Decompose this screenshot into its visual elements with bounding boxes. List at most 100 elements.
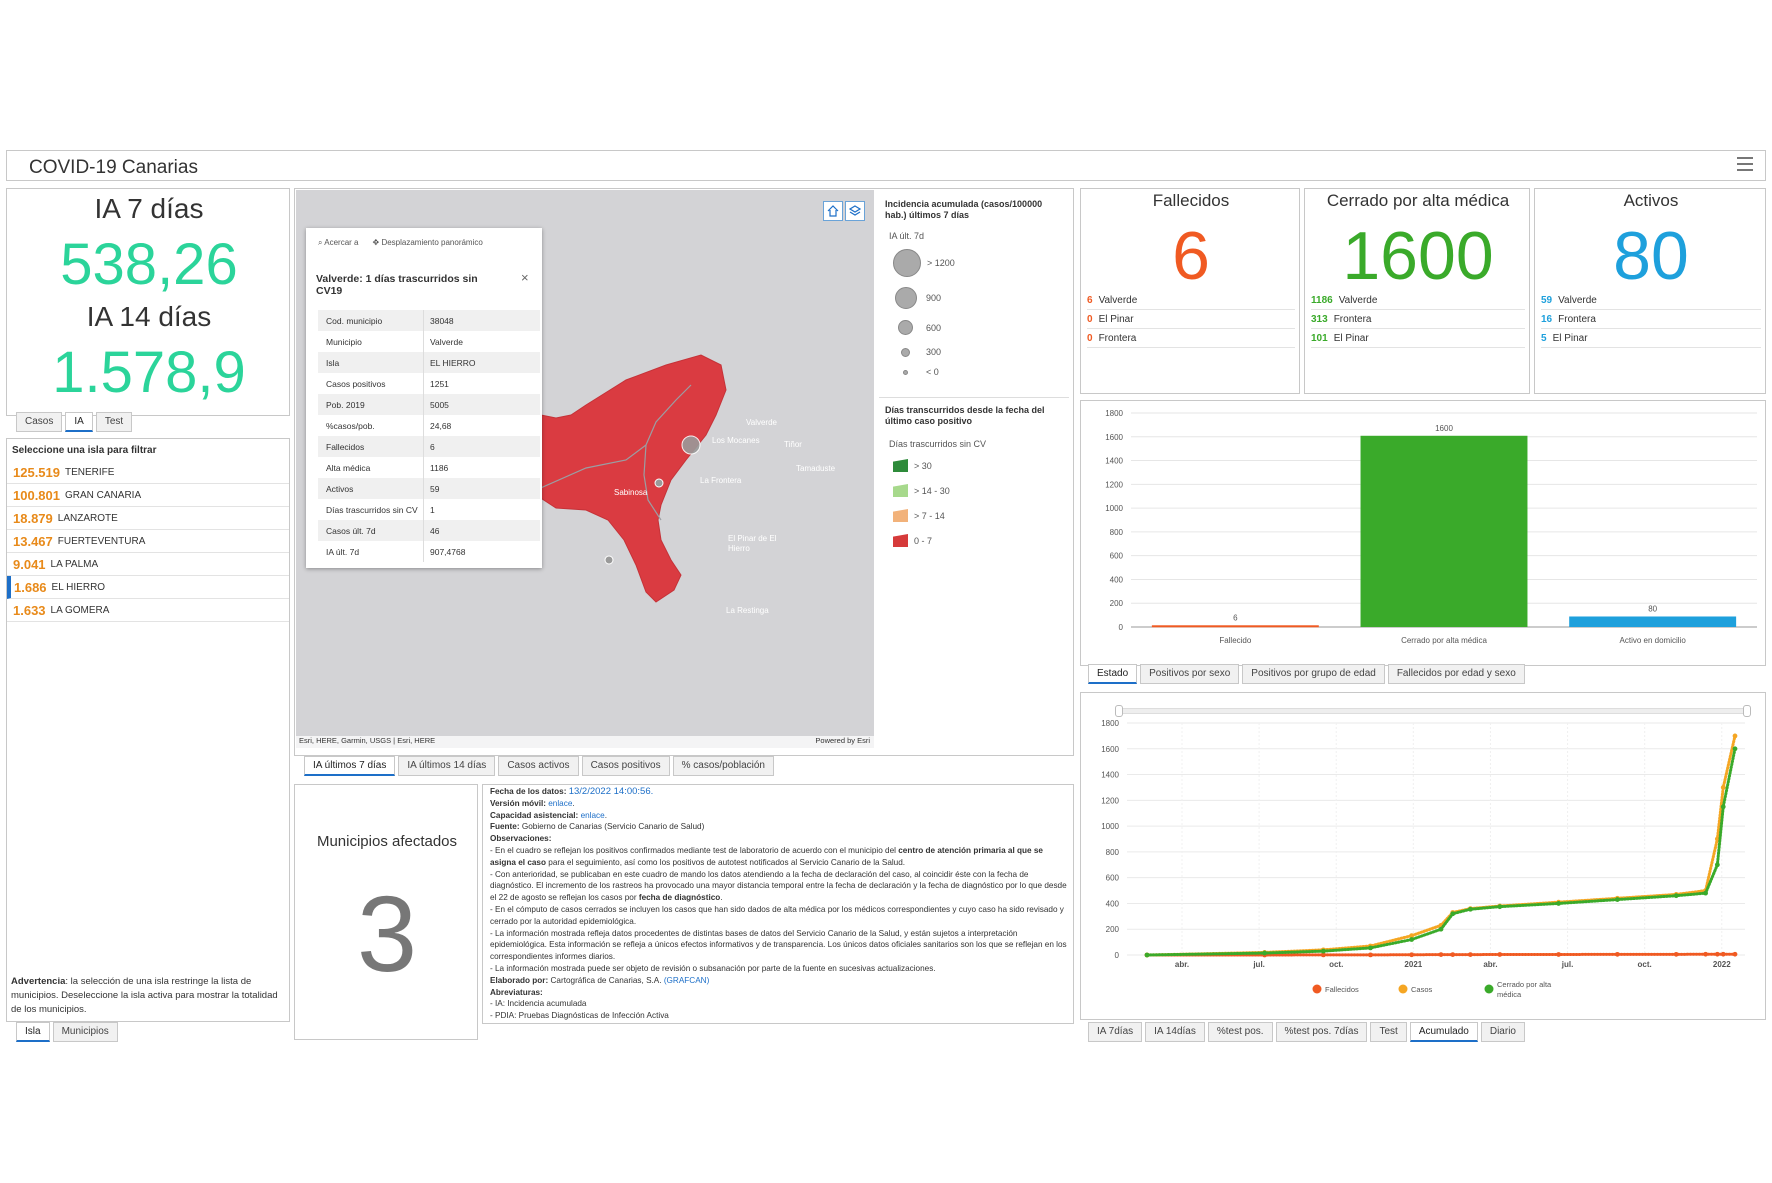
notes-movil: Versión móvil: enlace. — [490, 798, 575, 808]
island-name: GRAN CANARIA — [65, 489, 142, 501]
municipio-marker-valverde — [681, 435, 701, 455]
legend-divider — [879, 397, 1069, 398]
x-tick-label: jul. — [1252, 960, 1265, 969]
line-chart-panel: 0 200 400 600 800 1000 1200 1400 1600 1800 abr. jul… — [1080, 692, 1766, 1020]
notes-abrev2: - PDIA: Pruebas Diagnósticas de Infecció… — [490, 1011, 669, 1021]
bar-tabs: Estado Positivos por sexo Positivos por … — [1088, 664, 1525, 684]
stat-value: 1600 — [1342, 218, 1494, 294]
pan-action[interactable]: ✥ Desplazamiento panorámico — [373, 238, 483, 248]
tab-ia-7[interactable]: IA últimos 7 días — [304, 756, 396, 776]
home-icon — [827, 205, 839, 217]
notes-obs2: - Con anterioridad, se publicaban en est… — [490, 869, 1067, 903]
hamburger-menu-icon[interactable] — [1737, 157, 1753, 171]
data-point — [1468, 952, 1473, 958]
popup-row: Casos positivos 1251 — [318, 373, 540, 394]
tab-diario[interactable]: Diario — [1480, 1022, 1525, 1042]
ia7-label: IA 7 días — [94, 193, 204, 224]
data-point — [1732, 951, 1738, 957]
bar-chart-panel: 0 200 400 600 800 1000 1200 1400 1600 1800 6 Fallec… — [1080, 400, 1766, 666]
tab-acumulado[interactable]: Acumulado — [1409, 1022, 1478, 1042]
y-tick-label: 400 — [1110, 575, 1124, 584]
place-label: La Restinga — [726, 606, 769, 615]
place-label: Valverde — [746, 418, 777, 427]
y-tick-label: 1000 — [1101, 822, 1119, 831]
legend-circle-item: > 1200 — [893, 249, 955, 277]
color-swatch — [893, 459, 908, 472]
list-item-gran-canaria[interactable]: 100.801 GRAN CANARIA — [7, 484, 289, 507]
map-popup: ⌕ Acercar a ✥ Desplazamiento panorámico … — [306, 228, 542, 568]
app-header: COVID-19 Canarias — [6, 150, 1766, 181]
data-point — [1714, 951, 1720, 957]
tab-casos-activos[interactable]: Casos activos — [498, 756, 579, 776]
tab-test-pos-7dias[interactable]: %test pos. 7días — [1275, 1022, 1368, 1042]
data-point — [1409, 952, 1414, 958]
notes-abrev: Abreviaturas: — [490, 987, 543, 997]
y-tick-label: 200 — [1106, 925, 1120, 934]
legend-circle-item: 600 — [898, 320, 941, 335]
tab-municipios[interactable]: Municipios — [52, 1022, 118, 1042]
stat-panel-activos: Activos 80 59 Valverde 16 Frontera 5 El Pin… — [1534, 188, 1766, 394]
movil-link[interactable]: enlace — [548, 799, 572, 808]
island-name: FUERTEVENTURA — [57, 535, 146, 547]
data-point — [1321, 948, 1326, 954]
tab-isla[interactable]: Isla — [16, 1022, 50, 1042]
notes-obs-label: Observaciones: — [490, 834, 552, 844]
close-icon[interactable]: × — [521, 270, 529, 285]
list-item-el-hierro[interactable]: 1.686 EL HIERRO — [7, 576, 289, 599]
x-tick-label: 2021 — [1404, 960, 1422, 969]
bar — [1569, 616, 1737, 627]
circle-symbol — [893, 249, 921, 277]
tab-ia14dias[interactable]: IA 14días — [1145, 1022, 1205, 1042]
y-tick-label: 400 — [1106, 899, 1120, 908]
warning-label: Advertencia — [11, 976, 66, 987]
data-point — [1615, 951, 1620, 957]
tab-fallecidos-edad-sexo[interactable]: Fallecidos por edad y sexo — [1387, 664, 1525, 684]
tab-casos[interactable]: Casos — [16, 412, 63, 432]
zoom-to-action[interactable]: ⌕ Acercar a — [318, 238, 359, 248]
list-item-fuerteventura[interactable]: 13.467 FUERTEVENTURA — [7, 530, 289, 553]
bar-chart: 0 200 400 600 800 1000 1200 1400 1600 1800 6 Fallec… — [1105, 409, 1757, 645]
home-button[interactable] — [823, 201, 843, 221]
list-item-la-palma[interactable]: 9.041 LA PALMA — [7, 553, 289, 576]
stat-row: 0 El Pinar — [1087, 310, 1295, 329]
tab-positivos-edad[interactable]: Positivos por grupo de edad — [1242, 664, 1385, 684]
municipios-label: Municipios afectados — [316, 833, 458, 850]
y-tick-label: 0 — [1119, 623, 1124, 632]
tab-ia7dias[interactable]: IA 7días — [1088, 1022, 1143, 1042]
island-list-panel: Seleccione una isla para filtrar 125.519… — [6, 438, 290, 1022]
tab-ia[interactable]: IA — [65, 412, 93, 432]
municipio-marker-pinar — [604, 555, 614, 565]
popup-table: Cod. municipio 38048 Municipio Valverde Is… — [306, 310, 542, 570]
circle-symbol — [901, 347, 910, 357]
category-label: Cerrado por alta médica — [1401, 636, 1487, 645]
data-point — [1720, 785, 1726, 790]
legend-color-item: > 7 - 14 — [893, 509, 945, 522]
data-point — [1720, 951, 1726, 957]
stat-title: Activos — [1623, 191, 1679, 210]
tab-test[interactable]: Test — [95, 412, 133, 432]
tab-positivos-sexo[interactable]: Positivos por sexo — [1140, 664, 1240, 684]
category-label: Fallecido — [1219, 636, 1252, 645]
tab-casos-positivos[interactable]: Casos positivos — [581, 756, 670, 776]
list-item-lanzarote[interactable]: 18.879 LANZAROTE — [7, 507, 289, 530]
tab-porcentaje-casos[interactable]: % casos/población — [672, 756, 774, 776]
list-item-tenerife[interactable]: 125.519 TENERIFE — [7, 461, 289, 484]
capacidad-link[interactable]: enlace — [581, 811, 605, 820]
data-label: 80 — [1648, 604, 1657, 613]
tab-test[interactable]: Test — [1370, 1022, 1407, 1042]
popup-row: Casos últ. 7d 46 — [318, 520, 540, 541]
island-list-header: Seleccione una isla para filtrar — [12, 445, 157, 456]
layers-button[interactable] — [845, 201, 865, 221]
legend-marker — [1398, 984, 1408, 994]
tab-estado[interactable]: Estado — [1088, 664, 1138, 684]
ia-tabs: Casos IA Test — [16, 412, 133, 432]
tab-test-pos[interactable]: %test pos. — [1207, 1022, 1273, 1042]
data-point — [1468, 906, 1473, 912]
tab-ia-14[interactable]: IA últimos 14 días — [398, 756, 496, 776]
stat-row: 101 El Pinar — [1311, 329, 1525, 348]
legend-title: Incidencia acumulada (casos/100000 hab.)… — [885, 199, 1043, 220]
notes-elab: Elaborado por: Cartográfica de Canarias,… — [490, 975, 710, 985]
stat-title: Cerrado por alta médica — [1326, 191, 1510, 210]
grafcan-link[interactable]: (GRAFCAN) — [664, 976, 709, 985]
list-item-la-gomera[interactable]: 1.633 LA GOMERA — [7, 599, 289, 622]
